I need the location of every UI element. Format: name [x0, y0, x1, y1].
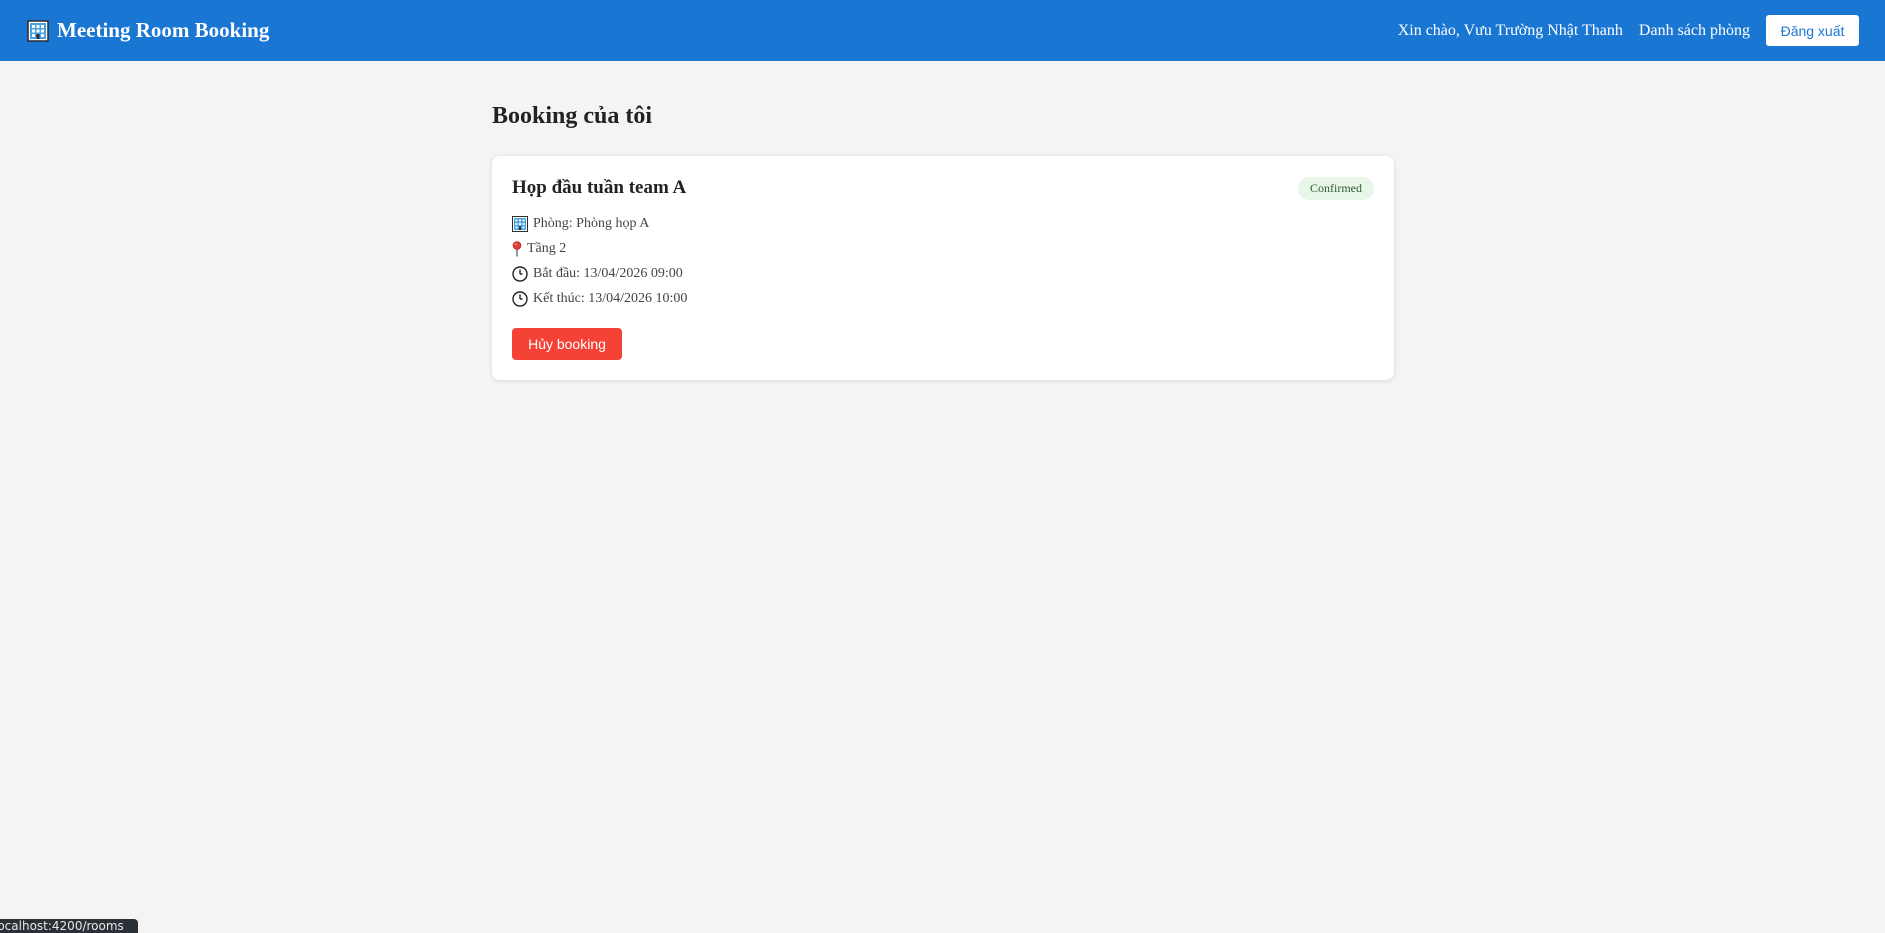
booking-floor: Tầng 2: [527, 240, 567, 256]
booking-start: Bắt đầu: 13/04/2026 09:00: [533, 265, 683, 281]
page-title: Booking của tôi: [492, 103, 653, 129]
booking-end: Kết thúc: 13/04/2026 10:00: [533, 290, 688, 306]
top-navbar: Meeting Room Booking Xin chào, Vưu Trườn…: [0, 0, 1885, 61]
status-url-text: localhost:4200/rooms: [0, 919, 124, 933]
user-greeting: Xin chào, Vưu Trường Nhật Thanh: [1397, 21, 1623, 39]
rooms-list-link[interactable]: Danh sách phòng: [1639, 22, 1750, 40]
brand-name: Meeting Room Booking: [57, 18, 270, 42]
brand[interactable]: Meeting Room Booking: [27, 0, 269, 61]
booking-end-row: Kết thúc: 13/04/2026 10:00: [512, 286, 1374, 311]
booking-card-header: Họp đầu tuần team A Confirmed: [512, 176, 1374, 200]
clock-icon: [512, 265, 528, 282]
nav-right: Xin chào, Vưu Trường Nhật Thanh Danh sác…: [1398, 0, 1859, 61]
pushpin-icon: [512, 240, 522, 256]
status-url-tooltip: localhost:4200/rooms: [0, 919, 138, 933]
building-icon: [512, 215, 528, 232]
clock-icon: [512, 290, 528, 307]
booking-room: Phòng: Phòng họp A: [533, 215, 650, 231]
cancel-booking-button[interactable]: Hủy booking: [512, 328, 622, 360]
booking-details: Phòng: Phòng họp A Tầng 2 Bắt đầu: 13/04…: [512, 211, 1374, 311]
building-icon: [27, 19, 49, 42]
booking-floor-row: Tầng 2: [512, 236, 1374, 261]
booking-start-row: Bắt đầu: 13/04/2026 09:00: [512, 261, 1374, 286]
logout-button[interactable]: Đăng xuất: [1766, 15, 1859, 46]
booking-room-row: Phòng: Phòng họp A: [512, 211, 1374, 236]
booking-card: Họp đầu tuần team A Confirmed Phòng: Phò…: [492, 156, 1394, 380]
status-badge: Confirmed: [1298, 176, 1374, 200]
booking-title: Họp đầu tuần team A: [512, 177, 687, 198]
